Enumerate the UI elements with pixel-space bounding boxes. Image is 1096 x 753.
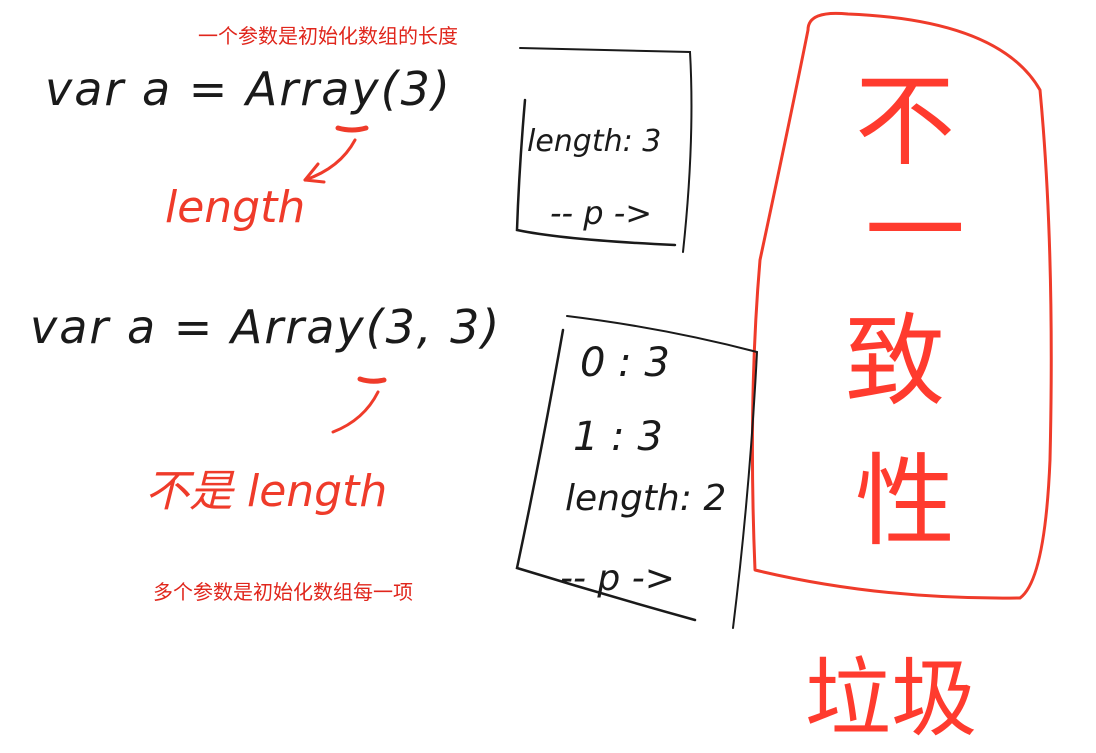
- box2-item0: 0 : 3: [580, 340, 670, 386]
- arrow-to-length: [303, 138, 357, 182]
- box1-proto: -- p ->: [550, 194, 653, 232]
- whiteboard-canvas: 一个参数是初始化数组的长度 多个参数是初始化数组每一项 var a = Arra…: [0, 0, 1096, 749]
- box2-proto: -- p ->: [560, 558, 675, 599]
- underline-3: [335, 125, 369, 133]
- box1-length: length: 3: [527, 124, 662, 159]
- big-char-2: 致: [845, 303, 945, 420]
- big-char-3: 性: [855, 443, 955, 560]
- box2-item1: 1 : 3: [573, 414, 663, 460]
- box2-length: length: 2: [565, 478, 727, 519]
- bottom-word: 垃圾: [805, 649, 977, 749]
- arrow-to-not-length: [331, 390, 380, 434]
- big-char-1: 一: [865, 173, 965, 290]
- underline-3b: [357, 376, 387, 384]
